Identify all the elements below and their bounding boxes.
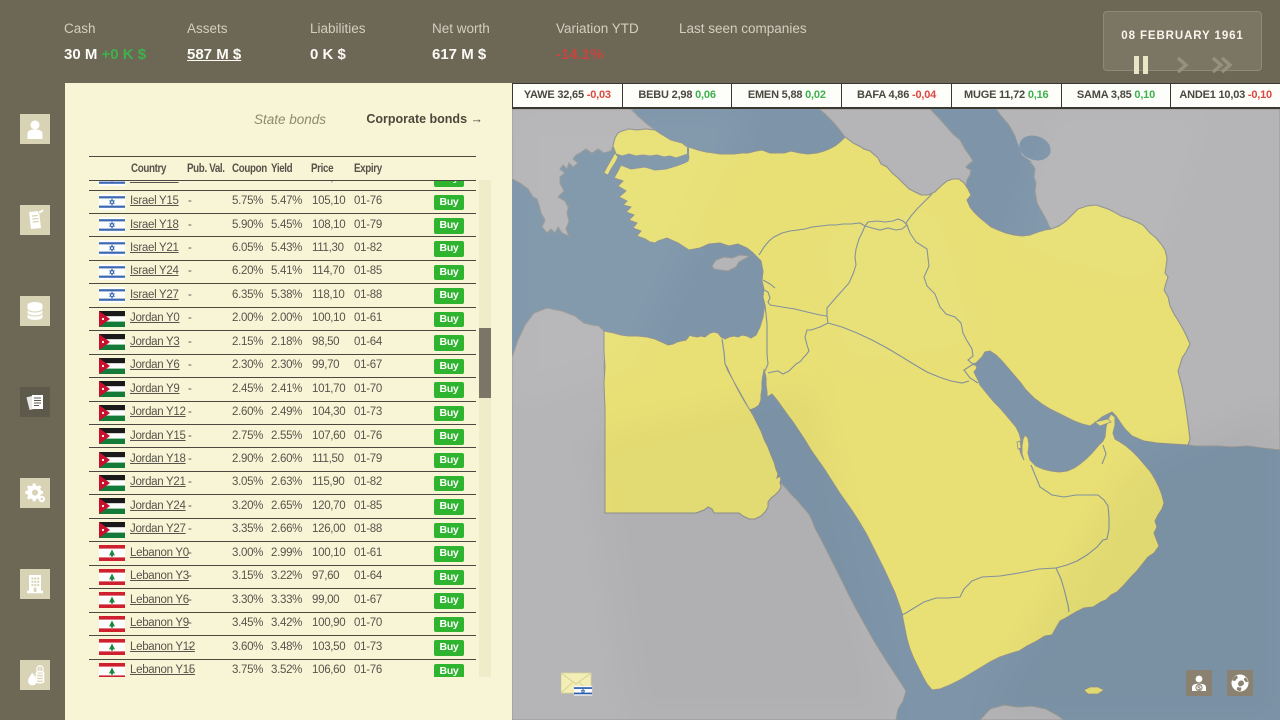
- svg-text:$: $: [1197, 685, 1201, 692]
